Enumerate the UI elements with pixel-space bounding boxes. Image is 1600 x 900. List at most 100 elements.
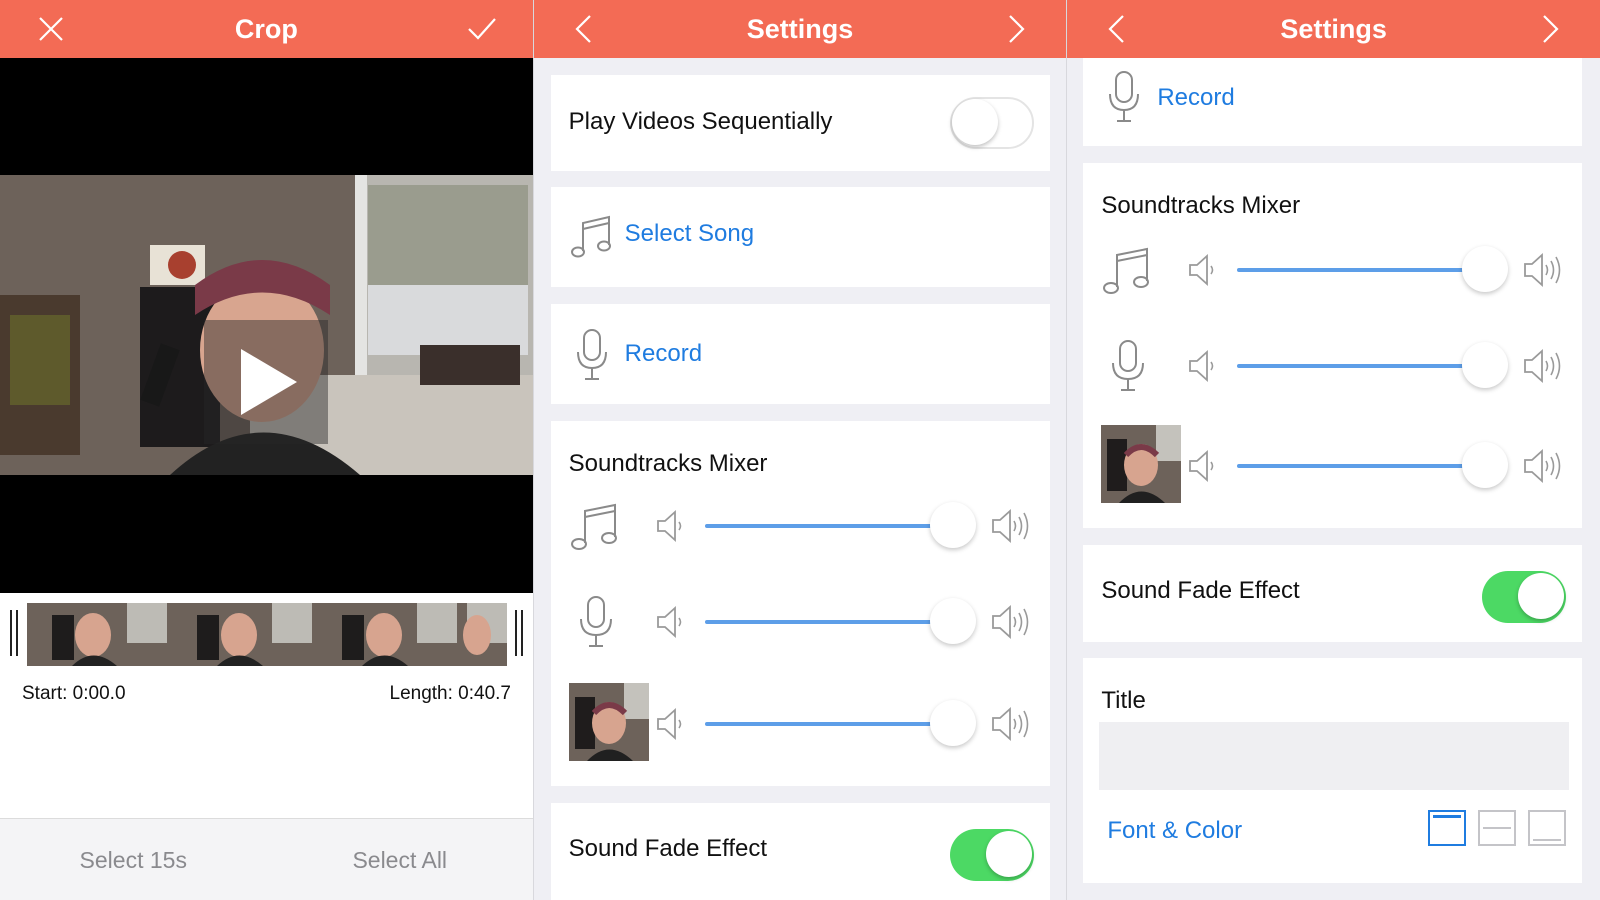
volume-low-icon — [1189, 449, 1214, 483]
mixer-row-music — [1083, 235, 1582, 305]
slider-knob[interactable] — [929, 598, 976, 644]
volume-high-icon — [991, 706, 1028, 742]
position-bar — [1533, 839, 1562, 841]
position-bar — [1433, 815, 1462, 818]
music-note-icon — [1103, 247, 1150, 294]
title-position-middle[interactable] — [1478, 810, 1517, 846]
confirm-button[interactable] — [453, 0, 511, 58]
back-button[interactable] — [556, 0, 614, 58]
play-sequential-toggle[interactable] — [949, 97, 1034, 149]
music-volume-slider[interactable] — [1237, 246, 1509, 292]
select-song-row[interactable]: Select Song — [550, 187, 1050, 287]
select-all-button[interactable]: Select All — [267, 819, 533, 900]
volume-high-icon — [1524, 348, 1561, 384]
toggle-knob — [985, 831, 1032, 877]
volume-high-icon — [991, 604, 1028, 640]
back-button[interactable] — [1089, 0, 1147, 58]
select-15s-button[interactable]: Select 15s — [0, 819, 267, 900]
trim-end-handle[interactable] — [515, 610, 523, 656]
slider-fill — [704, 722, 953, 726]
music-note-icon — [570, 215, 611, 258]
microphone-icon — [576, 329, 607, 380]
next-button[interactable] — [1520, 0, 1578, 58]
mixer-row-music — [551, 491, 1050, 561]
chevron-right-icon — [1543, 15, 1559, 43]
play-icon — [241, 349, 297, 415]
slider-fill — [704, 524, 953, 528]
video-preview[interactable] — [0, 58, 533, 593]
slider-knob[interactable] — [1462, 442, 1509, 488]
microphone-volume-slider[interactable] — [1237, 342, 1509, 388]
microphone-volume-slider[interactable] — [704, 598, 976, 644]
video-thumbnail-image — [1101, 425, 1182, 503]
mixer-title: Soundtracks Mixer — [1101, 192, 1301, 219]
slider-knob[interactable] — [1462, 246, 1509, 292]
title-section: Title Font & Color — [1083, 658, 1583, 883]
record-link[interactable]: Record — [1157, 84, 1234, 112]
slider-knob[interactable] — [1462, 342, 1509, 388]
title-position-top[interactable] — [1428, 810, 1467, 846]
trim-start-handle[interactable] — [10, 610, 18, 656]
filmstrip-frames — [27, 603, 507, 666]
filmstrip[interactable] — [27, 603, 507, 666]
volume-low-icon — [1189, 349, 1214, 383]
page-title: Settings — [746, 13, 854, 44]
sound-fade-label: Sound Fade Effect — [1101, 577, 1300, 604]
volume-high-icon — [1524, 252, 1561, 288]
volume-low-icon — [656, 707, 681, 741]
record-row[interactable]: Record — [1083, 58, 1583, 146]
volume-high-icon — [1524, 448, 1561, 484]
volume-low-icon — [656, 605, 681, 639]
sound-fade-toggle[interactable] — [949, 829, 1034, 881]
chevron-left-icon — [575, 15, 591, 43]
next-button[interactable] — [986, 0, 1044, 58]
crop-bottom-bar: Select 15s Select All — [0, 818, 533, 900]
slider-fill — [1237, 268, 1486, 272]
play-button[interactable] — [204, 320, 328, 444]
soundtracks-mixer: Soundtracks Mixer — [550, 421, 1050, 786]
position-bar — [1483, 827, 1512, 829]
soundtracks-mixer: Soundtracks Mixer — [1083, 163, 1583, 528]
sound-fade-label: Sound Fade Effect — [568, 835, 768, 862]
crop-navbar: Crop — [0, 0, 533, 58]
music-note-icon — [570, 503, 617, 550]
music-volume-slider[interactable] — [704, 502, 976, 548]
video-volume-slider[interactable] — [1237, 442, 1509, 488]
title-position-picker — [1428, 810, 1567, 846]
title-input[interactable] — [1099, 722, 1570, 790]
settings-navbar: Settings — [533, 0, 1067, 58]
slider-knob[interactable] — [929, 700, 976, 746]
start-time: Start: 0:00.0 — [22, 683, 126, 704]
sound-fade-row: Sound Fade Effect — [1083, 545, 1583, 642]
record-link[interactable]: Record — [625, 340, 702, 368]
close-button[interactable] — [22, 0, 80, 58]
mixer-title: Soundtracks Mixer — [568, 450, 768, 477]
video-thumbnail — [568, 683, 649, 761]
slider-knob[interactable] — [929, 502, 976, 548]
play-sequential-row: Play Videos Sequentially — [550, 75, 1050, 171]
title-position-bottom[interactable] — [1528, 810, 1567, 846]
settings-navbar: Settings — [1067, 0, 1600, 58]
sound-fade-toggle[interactable] — [1482, 571, 1567, 623]
volume-low-icon — [1189, 253, 1214, 287]
page-title: Crop — [234, 13, 298, 44]
close-icon — [39, 17, 63, 41]
mixer-row-microphone — [1083, 331, 1582, 401]
video-volume-slider[interactable] — [704, 700, 976, 746]
microphone-icon — [1112, 340, 1145, 391]
mixer-row-microphone — [551, 587, 1050, 657]
slider-fill — [704, 620, 953, 624]
record-row[interactable]: Record — [550, 304, 1050, 404]
toggle-knob — [1518, 573, 1565, 619]
toggle-knob — [951, 99, 998, 145]
title-section-label: Title — [1101, 687, 1146, 714]
checkmark-icon — [467, 18, 496, 40]
page-title: Settings — [1280, 13, 1387, 44]
font-color-link[interactable]: Font & Color — [1107, 817, 1242, 845]
volume-low-icon — [656, 509, 681, 543]
microphone-icon — [1109, 71, 1140, 122]
video-thumbnail-image — [568, 683, 649, 761]
microphone-icon — [579, 596, 612, 647]
select-song-link[interactable]: Select Song — [625, 220, 754, 248]
settings-screen-2: Settings Record Soundtracks Mixer Sound … — [1066, 0, 1600, 900]
